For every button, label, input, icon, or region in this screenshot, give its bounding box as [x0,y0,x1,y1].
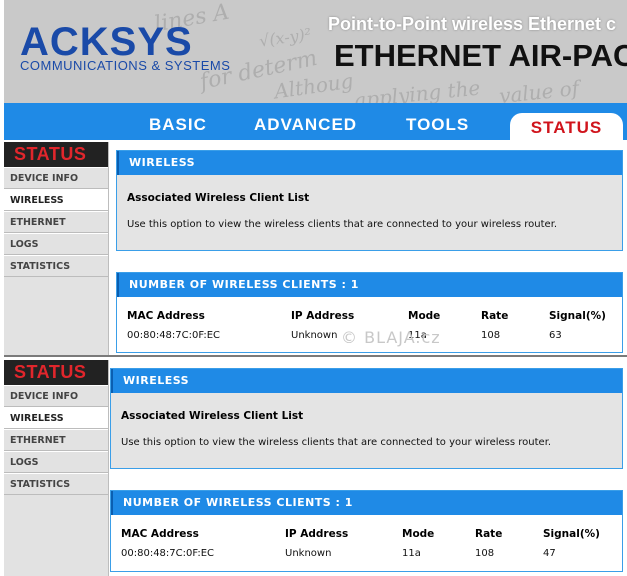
sidebar-item-device-info[interactable]: DEVICE INFO [4,385,108,407]
main-nav: BASIC ADVANCED TOOLS STATUS [4,103,627,140]
sidebar-item-device-info[interactable]: DEVICE INFO [4,167,108,189]
wireless-header: WIRELESS [111,369,622,393]
cell-signal: 63 [549,330,562,341]
col-signal: Signal(%) [543,528,600,540]
sidebar-item-logs[interactable]: LOGS [4,451,108,473]
cell-rate: 108 [481,330,501,341]
clients-table: MAC Address IP Address Mode Rate Signal(… [111,515,622,571]
sidebar-item-wireless[interactable]: WIRELESS [4,189,108,211]
status-section-2: STATUS DEVICE INFO WIRELESS ETHERNET LOG… [4,360,627,576]
sidebar-item-wireless[interactable]: WIRELESS [4,407,108,429]
logo-subtitle: COMMUNICATIONS & SYSTEMS [20,58,231,73]
sidebar: STATUS DEVICE INFO WIRELESS ETHERNET LOG… [4,142,109,355]
client-list-title: Associated Wireless Client List [127,192,310,204]
sidebar-item-statistics[interactable]: STATISTICS [4,473,108,495]
col-mode: Mode [402,528,435,540]
wireless-info-box: WIRELESS Associated Wireless Client List… [110,368,623,469]
wireless-header: WIRELESS [117,151,622,175]
col-ip: IP Address [285,528,349,540]
sidebar-title: STATUS [4,360,108,385]
col-mac: MAC Address [121,528,199,540]
clients-table-box: NUMBER OF WIRELESS CLIENTS : 1 MAC Addre… [110,490,623,572]
header-banner: lines A √(x-y)² for determ Althoug apply… [4,0,627,103]
cell-mode: 11a [402,548,421,559]
sidebar-item-ethernet[interactable]: ETHERNET [4,429,108,451]
client-list-description: Use this option to view the wireless cli… [121,437,552,448]
clients-count-header: NUMBER OF WIRELESS CLIENTS : 1 [117,273,622,297]
header-tagline: Point-to-Point wireless Ethernet c [328,14,617,34]
sidebar-title: STATUS [4,142,108,167]
nav-status: STATUS [530,118,603,137]
col-signal: Signal(%) [549,310,606,322]
cell-ip: Unknown [285,548,332,559]
nav-tools[interactable]: TOOLS [406,115,469,135]
nav-advanced[interactable]: ADVANCED [254,115,357,135]
col-mode: Mode [408,310,441,322]
client-list-description: Use this option to view the wireless cli… [127,219,558,230]
nav-status-tab[interactable]: STATUS [510,113,623,140]
sidebar-item-ethernet[interactable]: ETHERNET [4,211,108,233]
sidebar: STATUS DEVICE INFO WIRELESS ETHERNET LOG… [4,360,109,576]
product-name: ETHERNET AIR-PAC [334,38,627,73]
wireless-info-box: WIRELESS Associated Wireless Client List… [116,150,623,251]
section-divider [4,355,627,357]
cell-mac: 00:80:48:7C:0F:EC [121,548,215,559]
col-ip: IP Address [291,310,355,322]
status-section-1: STATUS DEVICE INFO WIRELESS ETHERNET LOG… [4,142,627,355]
col-rate: Rate [475,528,503,540]
cell-mac: 00:80:48:7C:0F:EC [127,330,221,341]
background-scribble: √(x-y)² [257,24,313,51]
client-list-title: Associated Wireless Client List [121,410,304,422]
nav-basic[interactable]: BASIC [149,115,207,135]
cell-signal: 47 [543,548,556,559]
cell-rate: 108 [475,548,495,559]
background-scribble: value of [497,75,581,103]
sidebar-item-statistics[interactable]: STATISTICS [4,255,108,277]
clients-count-header: NUMBER OF WIRELESS CLIENTS : 1 [111,491,622,515]
sidebar-item-logs[interactable]: LOGS [4,233,108,255]
watermark: © BLAJA.cz [341,328,441,347]
col-rate: Rate [481,310,509,322]
cell-ip: Unknown [291,330,338,341]
col-mac: MAC Address [127,310,205,322]
background-scribble: applying the [353,75,482,103]
